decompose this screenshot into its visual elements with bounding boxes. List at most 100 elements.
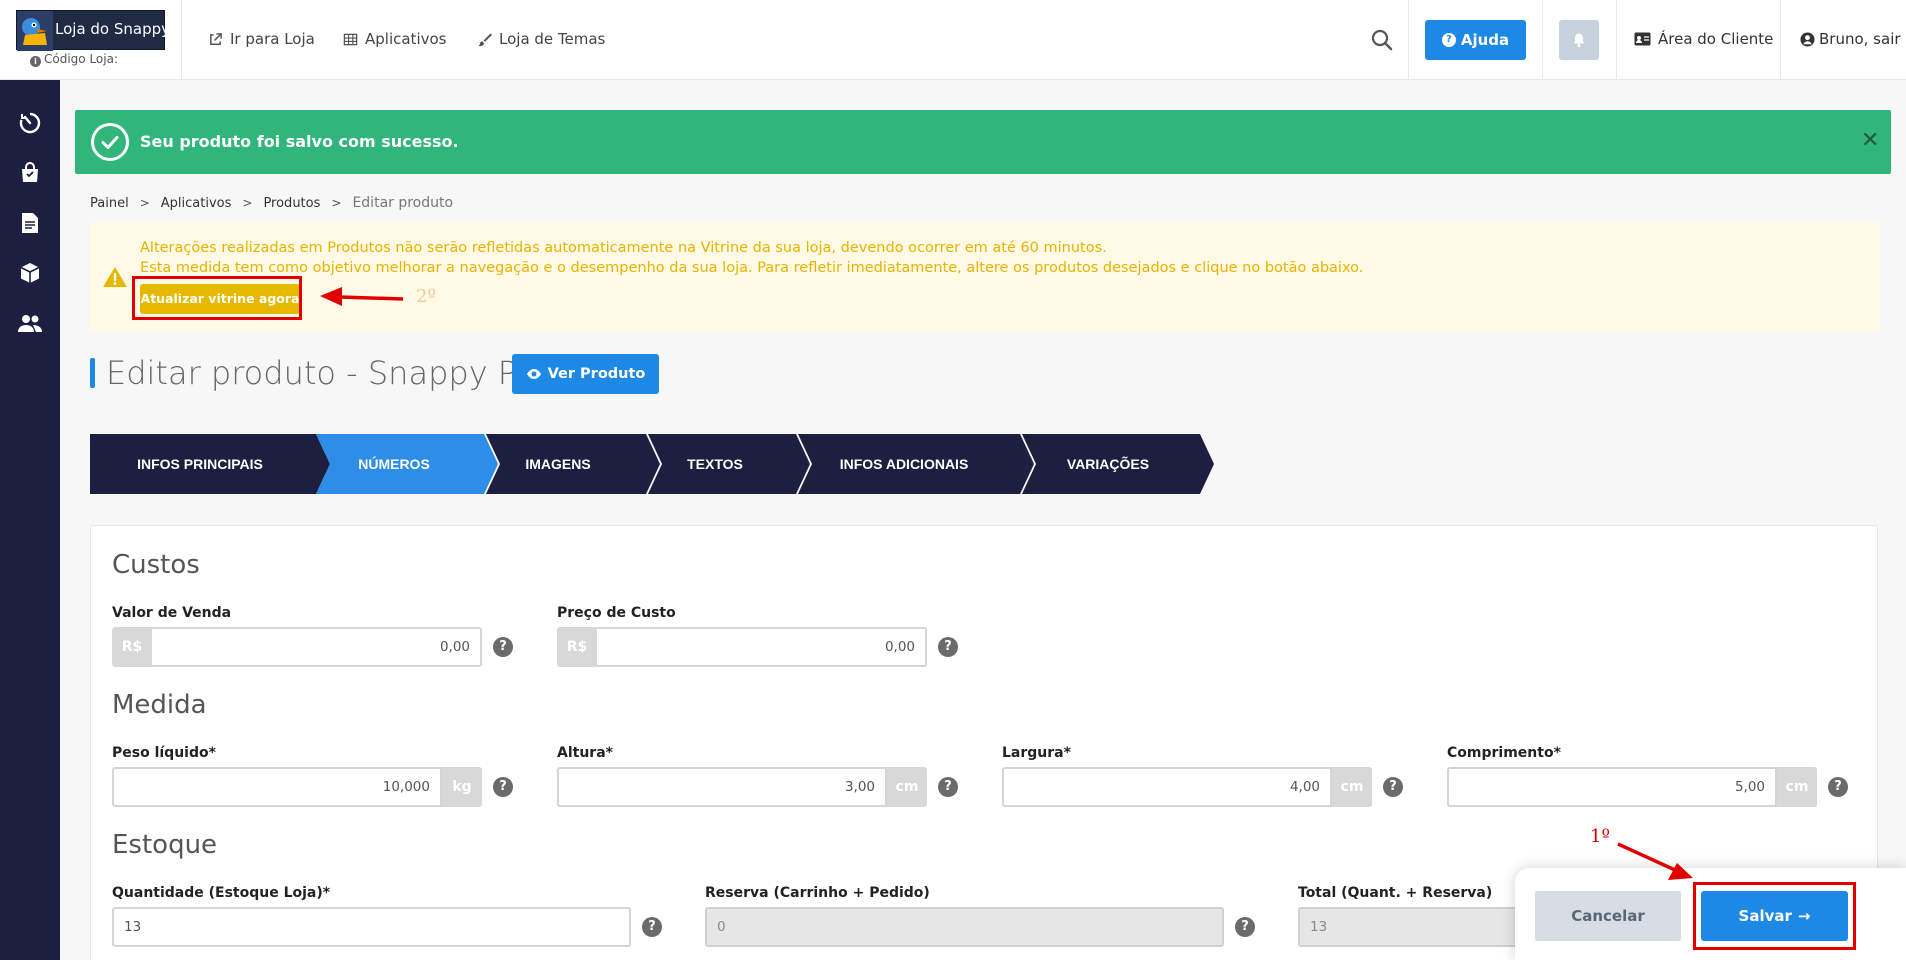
reserve-group xyxy=(705,907,1224,947)
chevron-right-icon: > xyxy=(139,196,150,210)
divider xyxy=(1780,0,1781,80)
quantity-label: Quantidade (Estoque Loja)* xyxy=(112,885,331,901)
tab-label: TEXTOS xyxy=(687,456,743,472)
reserve-input xyxy=(705,907,1224,947)
tab-label: NÚMEROS xyxy=(358,455,430,472)
document-icon xyxy=(22,213,38,233)
tab-label: VARIAÇÕES xyxy=(1067,455,1149,472)
tab-texts[interactable]: TEXTOS xyxy=(648,434,810,494)
external-link-icon xyxy=(210,32,222,45)
bell-icon xyxy=(1573,33,1585,48)
tab-numbers[interactable]: NÚMEROS xyxy=(316,434,498,494)
user-logout-link[interactable]: Bruno, sair xyxy=(1800,30,1901,48)
sidebar-item-customers[interactable] xyxy=(17,310,43,336)
cost-price-input[interactable] xyxy=(597,627,927,667)
breadcrumb: Painel > Aplicativos > Produtos > Editar… xyxy=(90,195,453,211)
sidebar-item-products[interactable] xyxy=(17,260,43,286)
length-input[interactable] xyxy=(1447,767,1777,807)
section-title-measure: Medida xyxy=(112,690,207,720)
help-icon[interactable]: ? xyxy=(1828,777,1848,797)
section-title-costs: Custos xyxy=(112,550,200,580)
unit-suffix: cm xyxy=(887,767,927,807)
eye-icon xyxy=(526,369,541,379)
nav-label: Loja de Temas xyxy=(499,30,606,48)
tab-images[interactable]: IMAGENS xyxy=(486,434,660,494)
help-icon[interactable]: ? xyxy=(1383,777,1403,797)
cost-price-group: R$ xyxy=(557,627,927,667)
height-input[interactable] xyxy=(557,767,887,807)
divider xyxy=(1616,0,1617,80)
unit-suffix: cm xyxy=(1777,767,1817,807)
currency-prefix: R$ xyxy=(557,627,597,667)
mascot-icon xyxy=(17,11,53,51)
check-circle-icon xyxy=(91,123,129,161)
page-title: Editar produto - Snappy P xyxy=(106,354,518,392)
store-code: i Código Loja: xyxy=(30,52,118,67)
help-icon[interactable]: ? xyxy=(493,637,513,657)
tab-additional-info[interactable]: INFOS ADICIONAIS xyxy=(798,434,1034,494)
annotation-box-update-button xyxy=(132,276,302,320)
divider xyxy=(1408,0,1409,80)
client-area-link[interactable]: Área do Cliente xyxy=(1634,30,1773,48)
store-logo[interactable]: Loja do Snappy xyxy=(16,10,170,51)
breadcrumb-item-apps[interactable]: Aplicativos xyxy=(161,196,232,211)
chevron-right-icon: > xyxy=(242,196,253,210)
length-group: cm xyxy=(1447,767,1817,807)
sale-value-group: R$ xyxy=(112,627,482,667)
nav-label: Ir para Loja xyxy=(230,30,315,48)
help-button[interactable]: ? Ajuda xyxy=(1425,20,1526,60)
nav-apps[interactable]: Aplicativos xyxy=(343,30,446,48)
tab-label: INFOS ADICIONAIS xyxy=(840,456,969,472)
sidebar-item-pages[interactable] xyxy=(17,210,43,236)
sidebar-item-orders[interactable] xyxy=(17,160,43,186)
help-icon[interactable]: ? xyxy=(938,777,958,797)
quantity-input[interactable] xyxy=(112,907,631,947)
tab-main-info[interactable]: INFOS PRINCIPAIS xyxy=(90,434,330,494)
width-group: cm xyxy=(1002,767,1372,807)
weight-group: kg xyxy=(112,767,482,807)
breadcrumb-item-products[interactable]: Produtos xyxy=(263,196,320,211)
width-input[interactable] xyxy=(1002,767,1332,807)
length-label: Comprimento* xyxy=(1447,745,1561,761)
product-tabs: INFOS PRINCIPAIS NÚMEROS IMAGENS TEXTOS … xyxy=(90,434,1214,494)
quantity-group xyxy=(112,907,631,947)
view-product-button[interactable]: Ver Produto xyxy=(512,354,659,394)
warning-icon xyxy=(103,267,127,287)
breadcrumb-item-panel[interactable]: Painel xyxy=(90,196,129,211)
weight-label: Peso líquido* xyxy=(112,745,216,761)
cost-price-label: Preço de Custo xyxy=(557,605,676,621)
sale-value-label: Valor de Venda xyxy=(112,605,232,621)
sale-value-input[interactable] xyxy=(152,627,482,667)
info-icon: i xyxy=(30,56,41,67)
total-label: Total (Quant. + Reserva) xyxy=(1298,885,1493,901)
chevron-right-icon: > xyxy=(331,196,342,210)
notifications-button[interactable] xyxy=(1559,20,1599,60)
success-message: Seu produto foi salvo com sucesso. xyxy=(140,132,459,151)
help-icon[interactable]: ? xyxy=(1235,917,1255,937)
shopping-bag-icon xyxy=(22,162,38,182)
top-bar: Loja do Snappy i Código Loja: Ir para Loj… xyxy=(0,0,1906,80)
weight-input[interactable] xyxy=(112,767,442,807)
cancel-button[interactable]: Cancelar xyxy=(1535,891,1681,941)
divider xyxy=(1542,0,1543,80)
success-alert: Seu produto foi salvo com sucesso. ✕ xyxy=(75,110,1891,174)
close-icon[interactable]: ✕ xyxy=(1861,130,1879,152)
search-icon[interactable] xyxy=(1370,28,1394,52)
nav-theme-store[interactable]: Loja de Temas xyxy=(477,30,605,48)
sidebar xyxy=(0,80,60,960)
brand-area: Loja do Snappy i Código Loja: xyxy=(0,0,182,80)
help-icon[interactable]: ? xyxy=(493,777,513,797)
tab-label: IMAGENS xyxy=(525,456,590,472)
annotation-label-second: 2º xyxy=(416,286,436,307)
annotation-box-save-button xyxy=(1693,882,1856,950)
warning-text-line-1: Alterações realizadas em Produtos não se… xyxy=(140,240,1107,256)
help-icon[interactable]: ? xyxy=(642,917,662,937)
brush-icon xyxy=(477,32,492,46)
logo-text: Loja do Snappy xyxy=(55,20,171,38)
warning-text-line-2: Esta medida tem como objetivo melhorar a… xyxy=(140,260,1364,276)
sidebar-item-dashboard[interactable] xyxy=(17,110,43,136)
help-icon[interactable]: ? xyxy=(938,637,958,657)
nav-go-to-store[interactable]: Ir para Loja xyxy=(208,30,315,48)
view-product-label: Ver Produto xyxy=(547,366,646,382)
tab-variations[interactable]: VARIAÇÕES xyxy=(1022,434,1214,494)
